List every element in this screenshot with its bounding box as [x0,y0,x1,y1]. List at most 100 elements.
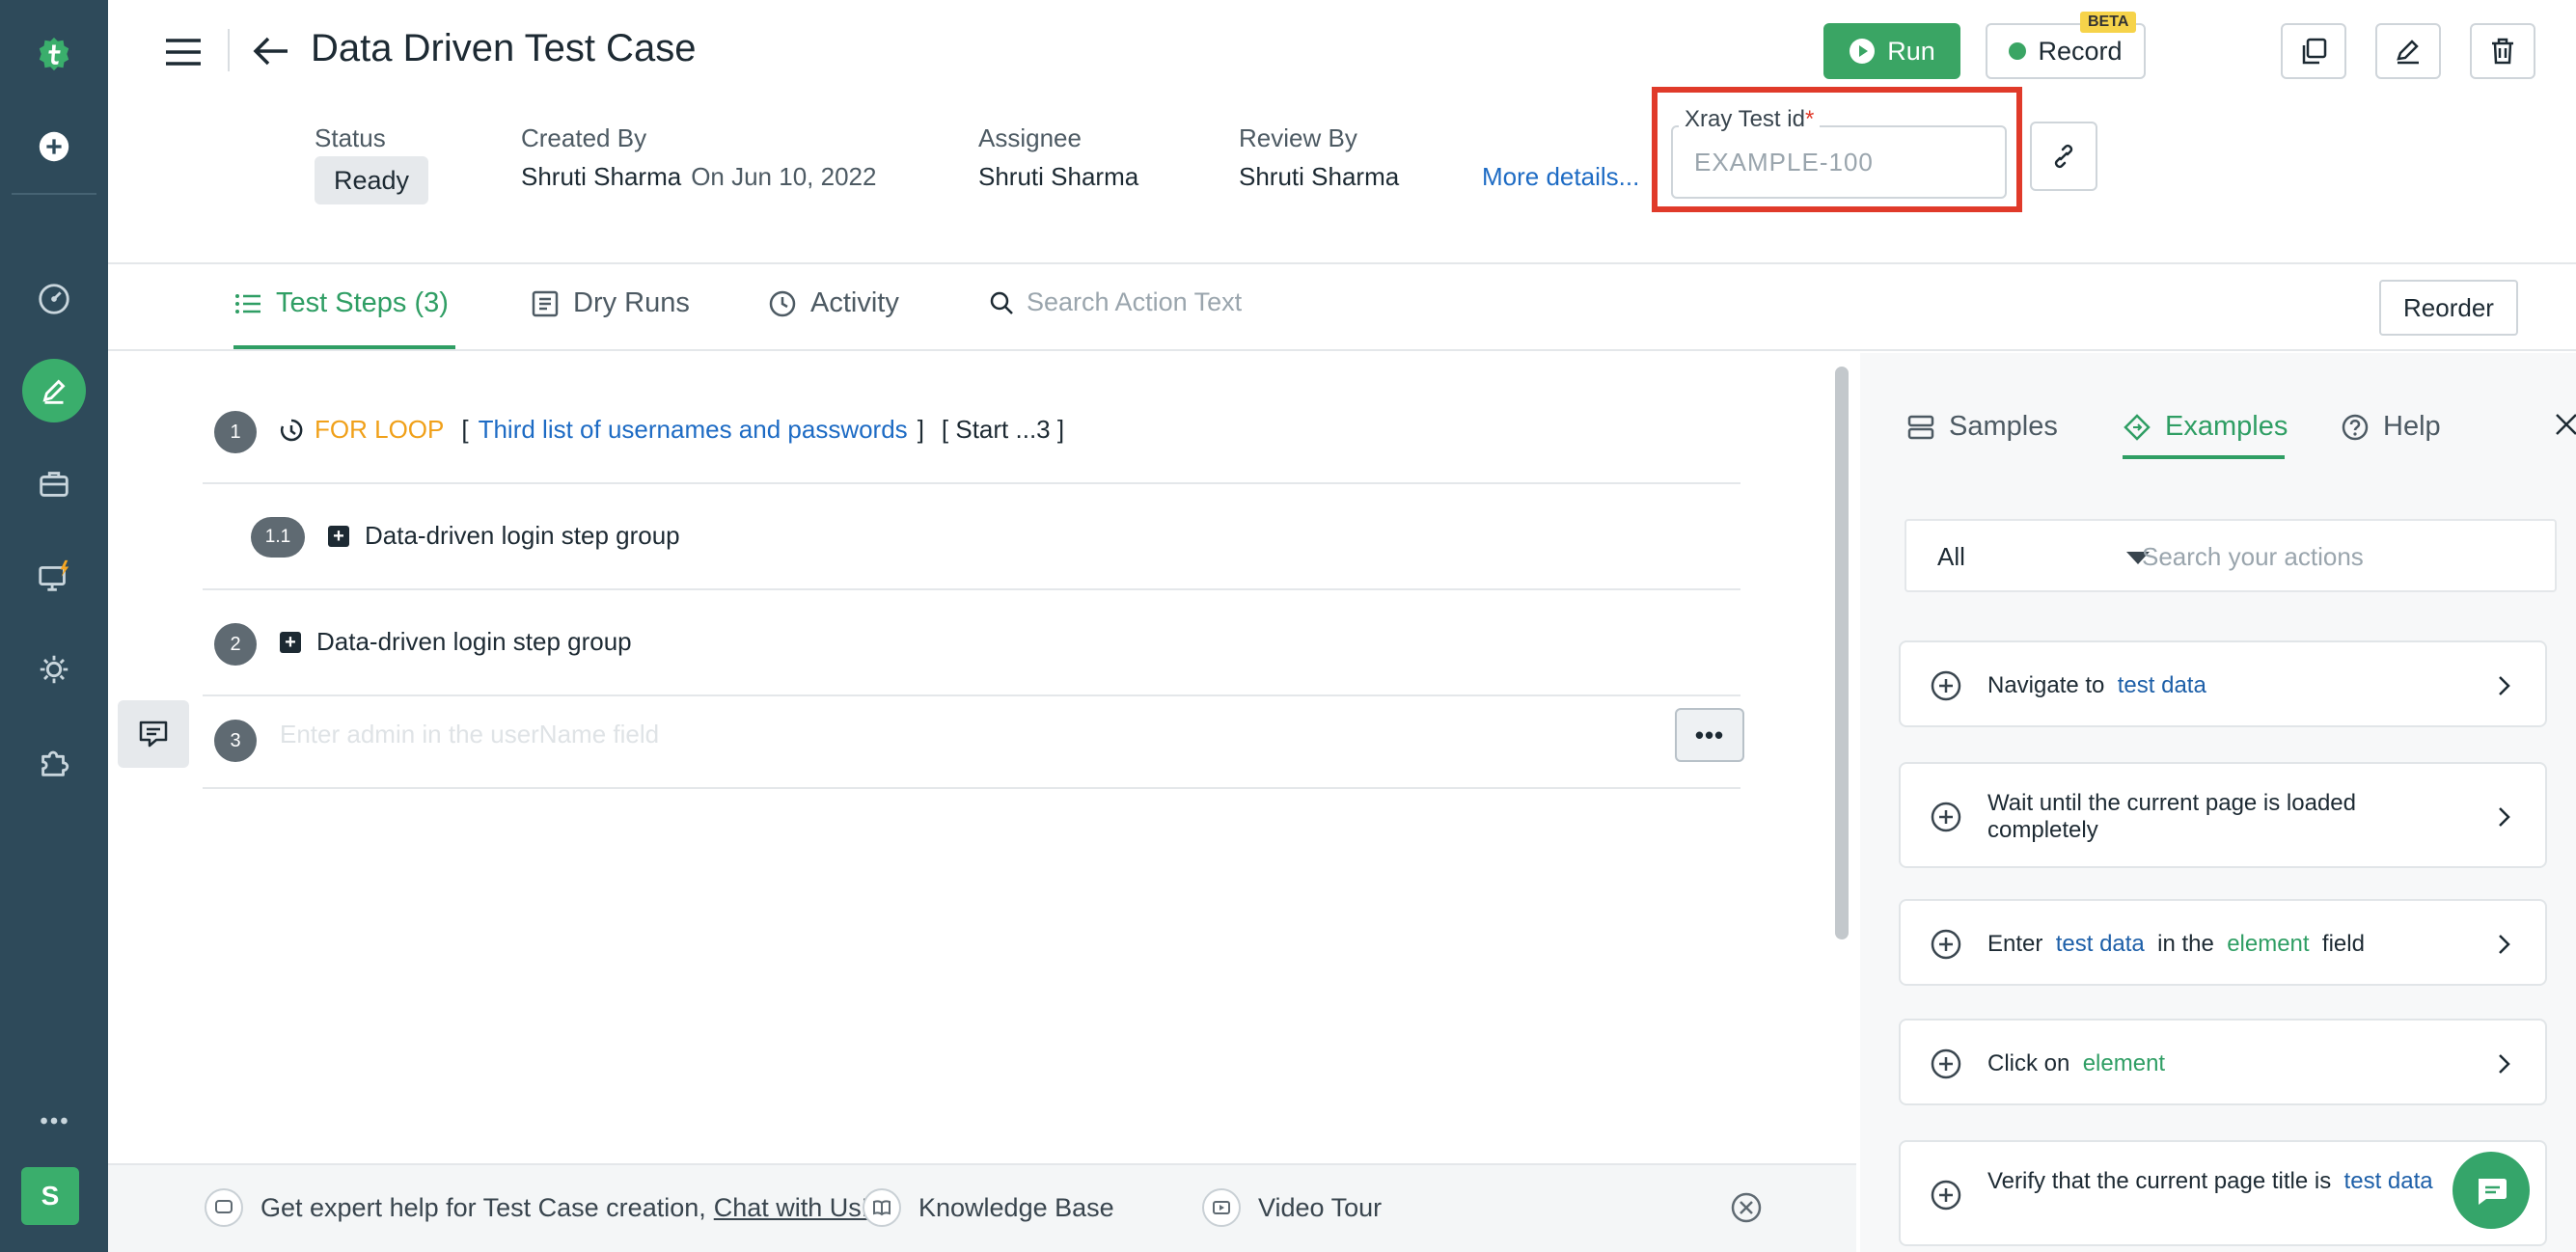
settings-gear-icon[interactable] [19,635,89,704]
xray-test-id-label: Xray Test id* [1679,106,1821,133]
action-card[interactable]: Verify that the current page title is te… [1899,1140,2547,1246]
test-development-icon[interactable] [22,359,86,422]
close-help-bar-icon[interactable] [1729,1190,1764,1225]
knowledge-base-link[interactable]: Knowledge Base [863,1188,1114,1227]
step-more-actions-button[interactable]: ••• [1675,708,1744,762]
video-tour-link[interactable]: Video Tour [1202,1188,1382,1227]
chevron-right-icon[interactable] [2491,932,2516,957]
action-text: Enter [1987,931,2043,957]
page-title: Data Driven Test Case [311,27,697,69]
test-steps-list: 1 FOR LOOP [ Third list of usernames and… [108,353,1856,1163]
pencil-icon [2397,40,2419,65]
video-tour-label: Video Tour [1258,1192,1383,1222]
panel-tab-samples-label: Samples [1949,411,2058,442]
add-circle-icon[interactable] [1930,801,1962,833]
xray-test-id-input[interactable] [1683,139,1991,185]
book-icon [863,1188,901,1227]
add-circle-icon[interactable] [1930,1179,1962,1211]
action-text: Wait until the current page is loaded co… [1987,790,2356,843]
xray-test-id-field [1671,125,2007,199]
test-case-header: Data Driven Test Case Run Record BETA St… [108,0,2576,264]
action-placeholder: test data [2117,672,2206,698]
more-details-link[interactable]: More details... [1482,162,1639,192]
chat-with-us-link[interactable]: Chat with Us! [714,1193,869,1223]
action-card[interactable]: Enter test data in the element field [1899,899,2547,986]
add-circle-icon[interactable] [1930,669,1962,702]
search-action-input[interactable] [1027,287,1355,317]
action-card[interactable]: Navigate to test data [1899,640,2547,727]
action-card-text: Wait until the current page is loaded co… [1987,790,2470,844]
action-card[interactable]: Click on element [1899,1019,2547,1105]
test-data-list-link[interactable]: Third list of usernames and passwords [479,415,908,445]
action-placeholder: test data [2343,1168,2433,1194]
edit-button[interactable] [2375,23,2441,79]
support-chat-button[interactable] [2453,1152,2530,1229]
action-card-text: Verify that the current page title is te… [1987,1168,2470,1195]
more-dots-icon[interactable] [19,1086,89,1156]
add-circle-icon[interactable] [1930,928,1962,961]
step-row-1[interactable]: 1 FOR LOOP [ Third list of usernames and… [203,386,1740,484]
steps-scrollbar[interactable] [1835,367,1849,939]
panel-active-tab-indicator [2123,455,2285,459]
panel-tab-samples[interactable]: Samples [1906,411,2058,443]
tab-test-steps[interactable]: Test Steps (3) [233,287,449,319]
step-number: 2 [214,623,257,666]
action-card-text: Navigate to test data [1987,672,2470,699]
status-badge[interactable]: Ready [315,156,429,204]
step-number: 1.1 [251,517,305,558]
category-select[interactable]: All [1937,542,1965,572]
new-step-input[interactable] [280,720,1631,749]
copy-icon [2302,38,2327,65]
tab-activity[interactable]: Activity [768,287,899,319]
chevron-right-icon[interactable] [2491,1051,2516,1076]
action-card[interactable]: Wait until the current page is loaded co… [1899,762,2547,868]
assignee-label: Assignee [978,123,1082,152]
help-bar: Get expert help for Test Case creation, … [108,1163,1856,1252]
hamburger-menu-icon[interactable] [162,31,205,73]
panel-tab-help-label: Help [2383,411,2441,442]
reorder-button[interactable]: Reorder [2379,280,2518,336]
loop-range[interactable]: [ Start ...3 ] [942,415,1064,445]
back-arrow-icon[interactable] [249,29,293,73]
addons-puzzle-icon[interactable] [19,727,89,797]
chevron-right-icon[interactable] [2491,804,2516,830]
link-xray-button[interactable] [2030,122,2097,191]
expert-help-text: Get expert help for Test Case creation, [260,1192,706,1222]
expand-plus-icon[interactable]: + [280,631,301,653]
assignee-value: Shruti Sharma [978,162,1139,191]
step-number: 1 [214,411,257,453]
panel-tab-help[interactable]: Help [2341,411,2441,443]
clock-icon [769,290,796,316]
loop-icon [280,419,303,441]
for-loop-keyword: FOR LOOP [315,415,445,444]
dashboard-icon[interactable] [19,264,89,334]
briefcase-icon[interactable] [19,449,89,519]
create-plus-icon[interactable] [19,112,89,181]
step-row-2[interactable]: 2 + Data-driven login step group [203,590,1740,696]
action-text: Verify that the current page title is [1987,1168,2332,1194]
duplicate-button[interactable] [2281,23,2346,79]
test-lab-icon[interactable] [19,542,89,612]
step-row-3[interactable]: 3 [203,696,1740,789]
action-placeholder: element [2082,1050,2166,1076]
step-comment-button[interactable] [118,700,189,768]
delete-button[interactable] [2470,23,2535,79]
close-panel-icon[interactable] [2551,409,2576,440]
testsigma-logo-icon[interactable] [19,19,89,89]
tab-dry-runs[interactable]: Dry Runs [531,287,690,319]
header-divider [228,29,230,71]
user-avatar[interactable]: S [21,1167,79,1225]
tab-test-steps-label: Test Steps (3) [276,287,449,318]
action-help-panel: Samples Examples Help All Navigate to te… [1860,353,2576,1252]
chat-icon [2479,1179,2507,1205]
search-actions-input[interactable] [2142,534,2547,579]
step-row-1-1[interactable]: 1.1 + Data-driven login step group [203,484,1740,590]
tab-activity-label: Activity [810,287,899,318]
action-placeholder: element [2227,931,2310,957]
beta-badge: BETA [2080,12,2137,33]
add-circle-icon[interactable] [1930,1048,1962,1080]
run-button[interactable]: Run [1823,23,1960,79]
expand-plus-icon[interactable]: + [328,525,349,547]
chevron-right-icon[interactable] [2491,673,2516,698]
panel-tab-examples[interactable]: Examples [2123,411,2288,443]
